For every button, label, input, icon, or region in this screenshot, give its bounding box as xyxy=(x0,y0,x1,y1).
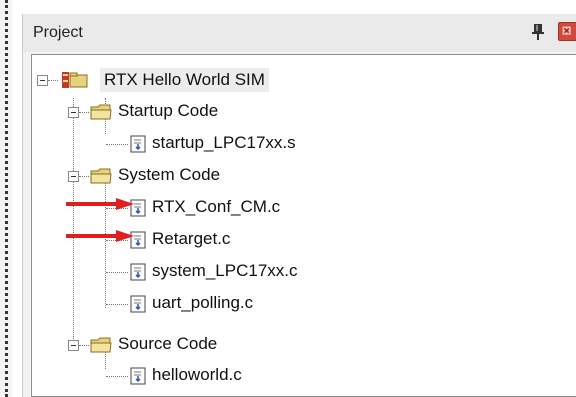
file-icon xyxy=(130,263,146,281)
file-icon xyxy=(130,367,146,385)
panel-title: Project xyxy=(33,24,83,41)
tree-file[interactable]: startup_LPC17xx.s xyxy=(32,131,572,157)
tree-group-system-code[interactable]: System Code xyxy=(32,163,572,189)
tree-root[interactable]: RTX Hello World SIM xyxy=(32,67,572,93)
collapse-root-icon[interactable] xyxy=(37,75,48,86)
red-arrow-icon xyxy=(66,198,134,210)
group-label: System Code xyxy=(118,165,221,184)
file-label: uart_polling.c xyxy=(152,293,254,312)
folder-icon xyxy=(90,168,112,184)
file-label: Retarget.c xyxy=(152,229,231,248)
pin-icon[interactable] xyxy=(531,23,545,41)
tree-group-source-code[interactable]: Source Code xyxy=(32,332,572,358)
tree-file[interactable]: system_LPC17xx.c xyxy=(32,259,572,285)
collapse-group-icon[interactable] xyxy=(68,340,79,351)
collapse-group-icon[interactable] xyxy=(68,107,79,118)
close-icon[interactable] xyxy=(558,22,576,41)
tree-file[interactable]: helloworld.c xyxy=(32,363,572,389)
file-label: system_LPC17xx.c xyxy=(152,261,298,280)
window-left-edge xyxy=(0,0,12,397)
red-arrow-icon xyxy=(66,230,134,242)
panel-header: Project xyxy=(23,14,576,52)
file-icon xyxy=(130,135,146,153)
folder-icon xyxy=(90,337,112,353)
group-label: Startup Code xyxy=(118,101,219,120)
file-label: startup_LPC17xx.s xyxy=(152,133,296,152)
root-label: RTX Hello World SIM xyxy=(100,68,269,92)
group-label: Source Code xyxy=(118,334,218,353)
tree-group-startup-code[interactable]: Startup Code xyxy=(32,99,572,125)
file-label: helloworld.c xyxy=(152,365,242,384)
project-tree: RTX Hello World SIM Startup Code startup… xyxy=(31,54,576,397)
file-label: RTX_Conf_CM.c xyxy=(152,197,281,216)
file-icon xyxy=(130,295,146,313)
project-icon xyxy=(62,72,88,88)
tree-file[interactable]: uart_polling.c xyxy=(32,291,572,317)
collapse-group-icon[interactable] xyxy=(68,171,79,182)
folder-icon xyxy=(90,104,112,120)
